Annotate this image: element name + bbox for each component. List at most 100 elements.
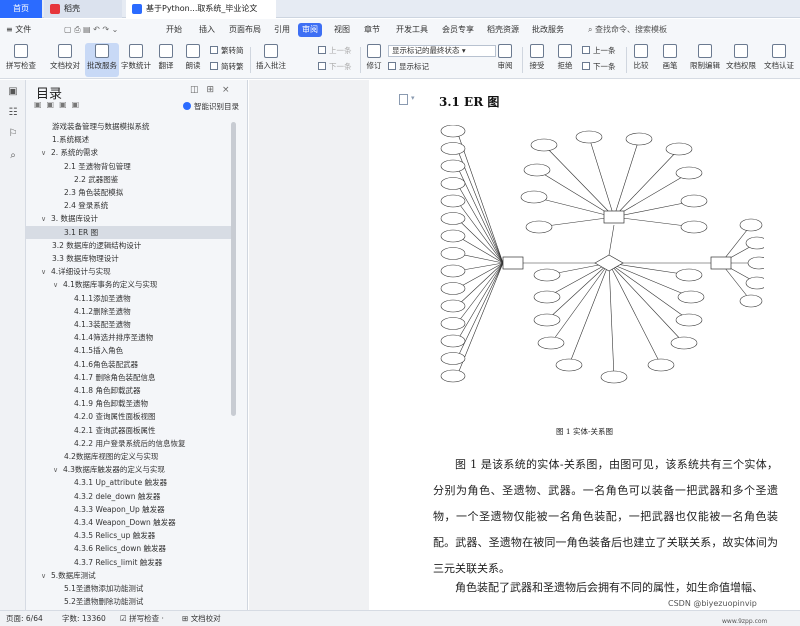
menu-start[interactable]: 开始 <box>162 23 186 37</box>
toc-item[interactable]: 2.2 武器图鉴 <box>74 173 118 186</box>
toc-item[interactable]: ∨ 4.详细设计与实现 <box>41 265 111 278</box>
toc-item[interactable]: ∨ 2. 系统的需求 <box>41 146 98 159</box>
quick-access-icons[interactable]: ▢ ⎙ ▤ ↶ ↷ ⌄ <box>60 23 122 37</box>
toc-pane-controls[interactable]: ◫⊞× <box>190 85 238 95</box>
command-search[interactable]: ⌕ 查找命令、搜索模板 <box>588 23 667 37</box>
toc-item[interactable]: 4.3.5 Relics_up 触发器 <box>74 529 155 542</box>
toc-item[interactable]: 4.1.9 角色卸载圣遗物 <box>74 397 148 410</box>
toc-item[interactable]: ∨ 4.1数据库事务的定义与实现 <box>53 278 157 291</box>
prev-comment-button[interactable]: 上一条 <box>318 45 352 57</box>
doc-proof-button[interactable]: 文档校对 <box>48 43 82 77</box>
page-indicator[interactable]: 页面: 6/64 <box>6 611 43 626</box>
next-revision-button[interactable]: 下一条 <box>582 61 616 73</box>
toc-item[interactable]: 4.3.6 Relics_down 触发器 <box>74 542 166 555</box>
chevron-down-icon[interactable]: ∨ <box>41 147 51 160</box>
toc-item[interactable]: 4.3.4 Weapon_Down 触发器 <box>74 516 176 529</box>
find-icon[interactable]: ⌕ <box>7 150 19 162</box>
toc-scrollbar[interactable] <box>231 122 236 416</box>
toc-item[interactable]: 4.1.6角色装配武器 <box>74 358 138 371</box>
insert-comment-button[interactable]: 插入批注 <box>254 43 288 77</box>
toc-item[interactable]: 4.3.2 dele_down 触发器 <box>74 490 160 503</box>
toc-item[interactable]: 5.1圣遗物添加功能测试 <box>64 582 143 595</box>
status-proof[interactable]: ⊞ 文档校对 <box>182 611 221 626</box>
markup-state-dropdown[interactable]: 显示标记的最终状态 ▾ <box>388 45 496 57</box>
spell-check-button[interactable]: 拼写检查 <box>4 43 38 77</box>
toc-item[interactable]: ∨ 3. 数据库设计 <box>41 212 98 225</box>
tab-home[interactable]: 首页 <box>0 0 42 18</box>
menu-chapter[interactable]: 章节 <box>360 23 384 37</box>
toc-item[interactable]: 游戏装备管理与数据模拟系统 <box>52 120 150 133</box>
toc-item[interactable]: 3.3 数据库物理设计 <box>52 252 119 265</box>
toc-item[interactable]: 2.3 角色装配模拟 <box>64 186 123 199</box>
chapter-panel-icon[interactable]: ☷ <box>7 107 19 119</box>
toc-item[interactable]: 2.1 圣遗物背包管理 <box>64 160 131 173</box>
toc-item[interactable]: ∨ 4.3数据库触发器的定义与实现 <box>53 463 165 476</box>
toc-item[interactable]: 4.3.3 Weapon_Up 触发器 <box>74 503 165 516</box>
show-markup-button[interactable]: 显示标记 <box>388 61 429 73</box>
pen-button[interactable]: 画笔 <box>660 43 680 77</box>
word-count-indicator[interactable]: 字数: 13360 <box>62 611 106 626</box>
simp-to-trad-button[interactable]: 简转繁 <box>210 61 244 73</box>
word-count-button[interactable]: 字数统计 <box>121 43 151 77</box>
toc-item[interactable]: 4.3.1 Up_attribute 触发器 <box>74 476 167 489</box>
toc-item[interactable]: 4.2.1 查询武器面板属性 <box>74 424 155 437</box>
toc-item[interactable]: 5.2圣遗物删除功能测试 <box>64 595 143 608</box>
prev-revision-button[interactable]: 上一条 <box>582 45 616 57</box>
toc-item[interactable]: 3.1 ER 图 <box>26 225 231 239</box>
correction-service-button[interactable]: 批改服务 <box>85 43 119 77</box>
menu-docer-resources[interactable]: 稻壳资源 <box>483 23 523 37</box>
chevron-down-icon[interactable]: ∨ <box>41 570 51 583</box>
track-changes-button[interactable]: 修订 <box>363 43 385 77</box>
toc-item[interactable]: 4.2.0 查询属性面板视图 <box>74 410 155 423</box>
chevron-down-icon[interactable]: ∨ <box>53 464 63 477</box>
tab-docer[interactable]: 稻壳 <box>44 0 122 18</box>
document-page[interactable]: 3.1 ER 图 图 1 实体-关系图 图 1 是该系统的实体-关系图，由图可见… <box>369 80 800 610</box>
page-note-icon[interactable] <box>399 94 408 105</box>
reject-button[interactable]: 拒绝 <box>554 43 576 77</box>
chevron-down-icon[interactable]: ∨ <box>41 266 51 279</box>
chevron-down-icon[interactable]: ∨ <box>41 213 51 226</box>
toc-item[interactable]: 4.3.7 Relics_limit 触发器 <box>74 556 162 569</box>
toc-item[interactable]: 4.1.4筛选并排序圣遗物 <box>74 331 153 344</box>
menu-page-layout[interactable]: 页面布局 <box>225 23 265 37</box>
page-note-chevron-icon[interactable]: ▾ <box>411 94 415 102</box>
toc-item[interactable]: 4.2.2 用户登录系统后的信息恢复 <box>74 437 185 450</box>
doc-certify-button[interactable]: 文档认证 <box>762 43 796 77</box>
toc-item[interactable]: 1.系统概述 <box>52 133 89 146</box>
toc-item[interactable]: 3.2 数据库的逻辑结构设计 <box>52 239 141 252</box>
menu-correction-service[interactable]: 批改服务 <box>528 23 568 37</box>
toc-item[interactable]: 4.2数据库视图的定义与实现 <box>64 450 158 463</box>
toc-item[interactable]: 4.1.3装配圣遗物 <box>74 318 131 331</box>
toc-item[interactable]: 2.4 登录系统 <box>64 199 108 212</box>
read-aloud-button[interactable]: 朗读 <box>181 43 205 77</box>
toc-panel-icon[interactable]: ▣ <box>7 86 19 98</box>
chevron-down-icon[interactable]: ∨ <box>53 279 63 292</box>
accept-button[interactable]: 接受 <box>526 43 548 77</box>
menu-developer[interactable]: 开发工具 <box>392 23 432 37</box>
toc-item[interactable]: 4.1.5插入角色 <box>74 344 123 357</box>
translate-button[interactable]: 翻译 <box>154 43 178 77</box>
smart-toc-button[interactable]: 智能识别目录 <box>183 101 239 112</box>
menu-references[interactable]: 引用 <box>270 23 294 37</box>
menu-review[interactable]: 审阅 <box>298 23 322 37</box>
compare-button[interactable]: 比较 <box>630 43 652 77</box>
review-pane-button[interactable]: 审阅 <box>494 43 516 77</box>
menu-file[interactable]: ≡ 文件 <box>2 23 35 37</box>
toc-level-buttons[interactable]: ▣▣▣▣ <box>34 100 84 109</box>
menu-member[interactable]: 会员专享 <box>438 23 478 37</box>
lock-icon <box>698 44 712 58</box>
trad-to-simp-button[interactable]: 繁转简 <box>210 45 244 57</box>
toc-item[interactable]: 4.1.7 删除角色装配信息 <box>74 371 155 384</box>
toc-item[interactable]: 4.1.1添加圣遗物 <box>74 292 131 305</box>
bookmark-icon[interactable]: ⚐ <box>7 128 19 140</box>
doc-permission-button[interactable]: 文档权限 <box>724 43 758 77</box>
toc-item[interactable]: 4.1.2删除圣遗物 <box>74 305 131 318</box>
restrict-edit-button[interactable]: 限制编辑 <box>688 43 722 77</box>
status-spell-check[interactable]: ☑ 拼写检查 · <box>120 611 164 626</box>
menu-insert[interactable]: 插入 <box>195 23 219 37</box>
toc-item[interactable]: ∨ 5.数据库测试 <box>41 569 96 582</box>
toc-item[interactable]: 4.1.8 角色卸载武器 <box>74 384 140 397</box>
tab-document[interactable]: 基于Python...取系统_毕业论文 <box>126 0 276 18</box>
menu-view[interactable]: 视图 <box>330 23 354 37</box>
next-comment-button[interactable]: 下一条 <box>318 61 352 73</box>
